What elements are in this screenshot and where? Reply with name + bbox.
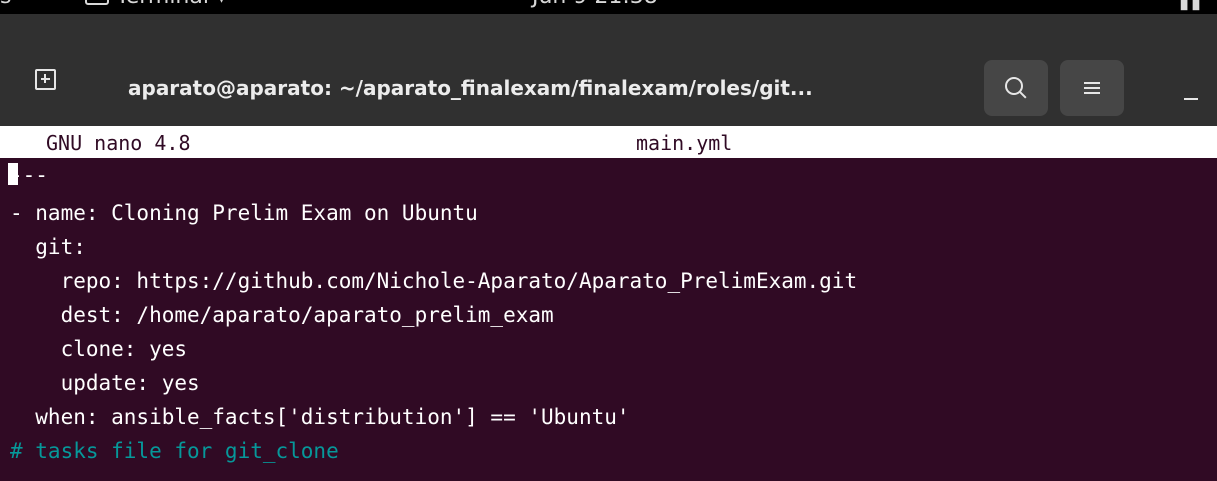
terminal-app-icon <box>85 0 109 5</box>
file-line-6: clone: yes <box>10 337 188 361</box>
file-line-7: update: yes <box>10 371 200 395</box>
app-menu[interactable]: Terminal ▾ <box>116 0 227 9</box>
new-tab-button[interactable] <box>30 64 60 94</box>
file-line-1-text: --- <box>10 163 48 187</box>
desktop-screen: s Terminal ▾ Jun 9 21:38 ▮▮ aparato@apar… <box>0 0 1217 481</box>
file-line-8: when: ansible_facts['distribution'] == '… <box>10 405 630 429</box>
system-status-icons[interactable]: ▮▮ <box>1179 0 1203 13</box>
new-tab-icon <box>34 68 56 90</box>
file-line-2: - name: Cloning Prelim Exam on Ubuntu <box>10 201 478 225</box>
file-line-1: --- <box>8 158 48 192</box>
clock[interactable]: Jun 9 21:38 <box>532 0 658 9</box>
minimize-button[interactable] <box>1176 76 1206 106</box>
window-title: aparato@aparato: ~/aparato_finalexam/fin… <box>128 76 813 100</box>
file-line-9-comment: # tasks file for git_clone <box>10 439 339 463</box>
search-button[interactable] <box>984 60 1048 116</box>
hamburger-menu-icon <box>1084 82 1100 94</box>
terminal-headerbar: aparato@aparato: ~/aparato_finalexam/fin… <box>0 14 1217 126</box>
file-line-4: repo: https://github.com/Nichole-Aparato… <box>10 269 858 293</box>
topbar-separator: s <box>0 0 11 9</box>
file-line-3: git: <box>10 235 86 259</box>
menu-button[interactable] <box>1060 60 1124 116</box>
nano-title-bar: GNU nano 4.8 main.yml <box>0 126 1217 158</box>
nano-version: GNU nano 4.8 <box>46 131 191 155</box>
gnome-top-bar: s Terminal ▾ Jun 9 21:38 ▮▮ <box>0 0 1217 14</box>
nano-title-bar-edge <box>0 126 14 158</box>
file-line-5: dest: /home/aparato/aparato_prelim_exam <box>10 303 554 327</box>
search-icon <box>1005 77 1023 95</box>
nano-filename: main.yml <box>636 131 733 155</box>
